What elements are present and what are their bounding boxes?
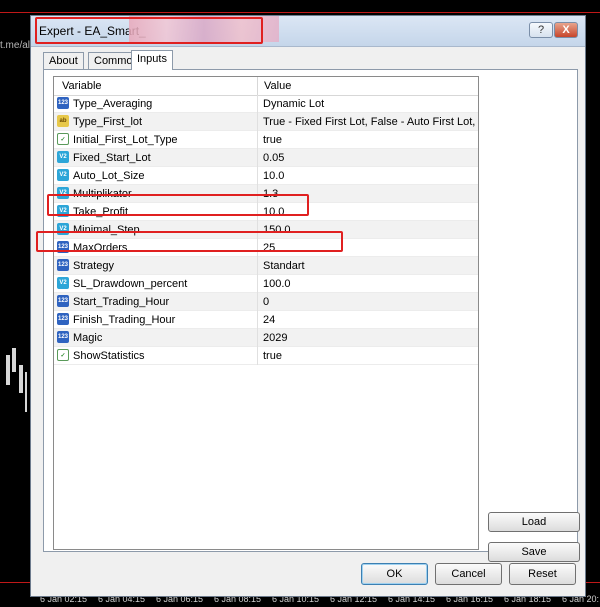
chart-candle <box>25 372 27 412</box>
table-row[interactable]: 123 Magic 2029 <box>54 329 478 347</box>
column-divider <box>257 257 258 275</box>
variable-column-header[interactable]: Variable <box>62 80 102 92</box>
table-row[interactable]: ✓ ShowStatistics true <box>54 347 478 365</box>
save-button[interactable]: Save <box>488 542 580 562</box>
string-type-icon: ab <box>57 115 69 127</box>
variable-value[interactable]: Dynamic Lot <box>263 98 324 110</box>
variable-value[interactable]: 0.05 <box>263 152 284 164</box>
value-column-header[interactable]: Value <box>264 80 291 92</box>
ok-button[interactable]: OK <box>361 563 428 585</box>
variable-name: Type_Averaging <box>73 98 153 110</box>
variable-value[interactable]: True - Fixed First Lot, False - Auto Fir… <box>263 116 475 128</box>
column-divider <box>257 95 258 113</box>
column-divider <box>257 293 258 311</box>
table-row[interactable]: V2 Multiplikator 1.3 <box>54 185 478 203</box>
column-divider <box>257 347 258 365</box>
column-divider <box>257 113 258 131</box>
variable-value[interactable]: true <box>263 134 282 146</box>
variable-name: Finish_Trading_Hour <box>73 314 176 326</box>
inputs-grid[interactable]: Variable Value 123 Type_Averaging Dynamic … <box>53 76 479 550</box>
variable-value[interactable]: 10.0 <box>263 206 284 218</box>
column-divider <box>257 329 258 347</box>
table-row[interactable]: ✓ Initial_First_Lot_Type true <box>54 131 478 149</box>
variable-name: SL_Drawdown_percent <box>73 278 188 290</box>
variable-name: Magic <box>73 332 103 344</box>
table-row[interactable]: V2 SL_Drawdown_percent 100.0 <box>54 275 478 293</box>
int-type-icon: 123 <box>57 295 69 307</box>
column-divider <box>257 185 258 203</box>
title-bar[interactable]: Expert - EA_Smart_ ? X <box>31 16 585 47</box>
load-button[interactable]: Load <box>488 512 580 532</box>
variable-value[interactable]: true <box>263 350 282 362</box>
tab-inputs[interactable]: Inputs <box>131 50 173 70</box>
column-divider <box>257 239 258 257</box>
variable-name: Auto_Lot_Size <box>73 170 145 182</box>
variable-name: Initial_First_Lot_Type <box>73 134 178 146</box>
column-divider <box>257 149 258 167</box>
variable-name: Fixed_Start_Lot <box>73 152 151 164</box>
chart-candle <box>19 365 23 393</box>
help-button[interactable]: ? <box>529 22 553 38</box>
chart-candle <box>12 348 16 372</box>
double-type-icon: V2 <box>57 205 69 217</box>
variable-name: Multiplikator <box>73 188 132 200</box>
int-type-icon: 123 <box>57 331 69 343</box>
reset-button[interactable]: Reset <box>509 563 576 585</box>
table-row[interactable]: V2 Take_Profit 10.0 <box>54 203 478 221</box>
double-type-icon: V2 <box>57 187 69 199</box>
variable-value[interactable]: 150.0 <box>263 224 291 236</box>
double-type-icon: V2 <box>57 151 69 163</box>
table-row[interactable]: V2 Auto_Lot_Size 10.0 <box>54 167 478 185</box>
variable-value[interactable]: 2029 <box>263 332 287 344</box>
column-divider <box>257 311 258 329</box>
column-divider <box>257 221 258 239</box>
column-divider <box>257 131 258 149</box>
variable-name: Take_Profit <box>73 206 129 218</box>
variable-value[interactable]: 10.0 <box>263 170 284 182</box>
close-button[interactable]: X <box>554 22 578 38</box>
table-row[interactable]: 123 MaxOrders 25 <box>54 239 478 257</box>
double-type-icon: V2 <box>57 169 69 181</box>
chart-candle <box>6 355 10 385</box>
variable-name: Minimal_Step <box>73 224 140 236</box>
int-type-icon: 123 <box>57 313 69 325</box>
column-divider <box>257 275 258 293</box>
variable-value[interactable]: 1.3 <box>263 188 278 200</box>
enum-type-icon: 123 <box>57 259 69 271</box>
chart-top-border <box>0 12 600 13</box>
variable-value[interactable]: 100.0 <box>263 278 291 290</box>
inputs-panel: Variable Value 123 Type_Averaging Dynamic … <box>36 69 580 562</box>
bool-type-icon: ✓ <box>57 349 69 361</box>
table-row[interactable]: V2 Fixed_Start_Lot 0.05 <box>54 149 478 167</box>
expert-properties-dialog: Expert - EA_Smart_ ? X About Common Inpu… <box>30 15 586 597</box>
table-row[interactable]: 123 Strategy Standart <box>54 257 478 275</box>
table-row[interactable]: ab Type_First_lot True - Fixed First Lot, … <box>54 113 478 131</box>
chart-left-label: t.me/al <box>0 40 31 51</box>
tab-about[interactable]: About <box>43 52 84 69</box>
variable-value[interactable]: Standart <box>263 260 305 272</box>
table-row[interactable]: 123 Finish_Trading_Hour 24 <box>54 311 478 329</box>
variable-value[interactable]: 24 <box>263 314 275 326</box>
bool-type-icon: ✓ <box>57 133 69 145</box>
variable-name: Strategy <box>73 260 114 272</box>
int-type-icon: 123 <box>57 97 69 109</box>
variable-value[interactable]: 0 <box>263 296 269 308</box>
variable-name: MaxOrders <box>73 242 128 254</box>
variable-name: Type_First_lot <box>73 116 143 128</box>
double-type-icon: V2 <box>57 223 69 235</box>
table-row[interactable]: 123 Start_Trading_Hour 0 <box>54 293 478 311</box>
title-highlight-box <box>35 17 263 44</box>
variable-value[interactable]: 25 <box>263 242 275 254</box>
int-type-icon: 123 <box>57 241 69 253</box>
variable-name: Start_Trading_Hour <box>73 296 170 308</box>
table-row[interactable]: V2 Minimal_Step 150.0 <box>54 221 478 239</box>
variable-name: ShowStatistics <box>73 350 145 362</box>
cancel-button[interactable]: Cancel <box>435 563 502 585</box>
double-type-icon: V2 <box>57 277 69 289</box>
column-divider <box>257 203 258 221</box>
grid-header: Variable Value <box>54 77 478 96</box>
column-divider <box>257 167 258 185</box>
header-divider <box>257 77 258 95</box>
table-row[interactable]: 123 Type_Averaging Dynamic Lot <box>54 95 478 113</box>
